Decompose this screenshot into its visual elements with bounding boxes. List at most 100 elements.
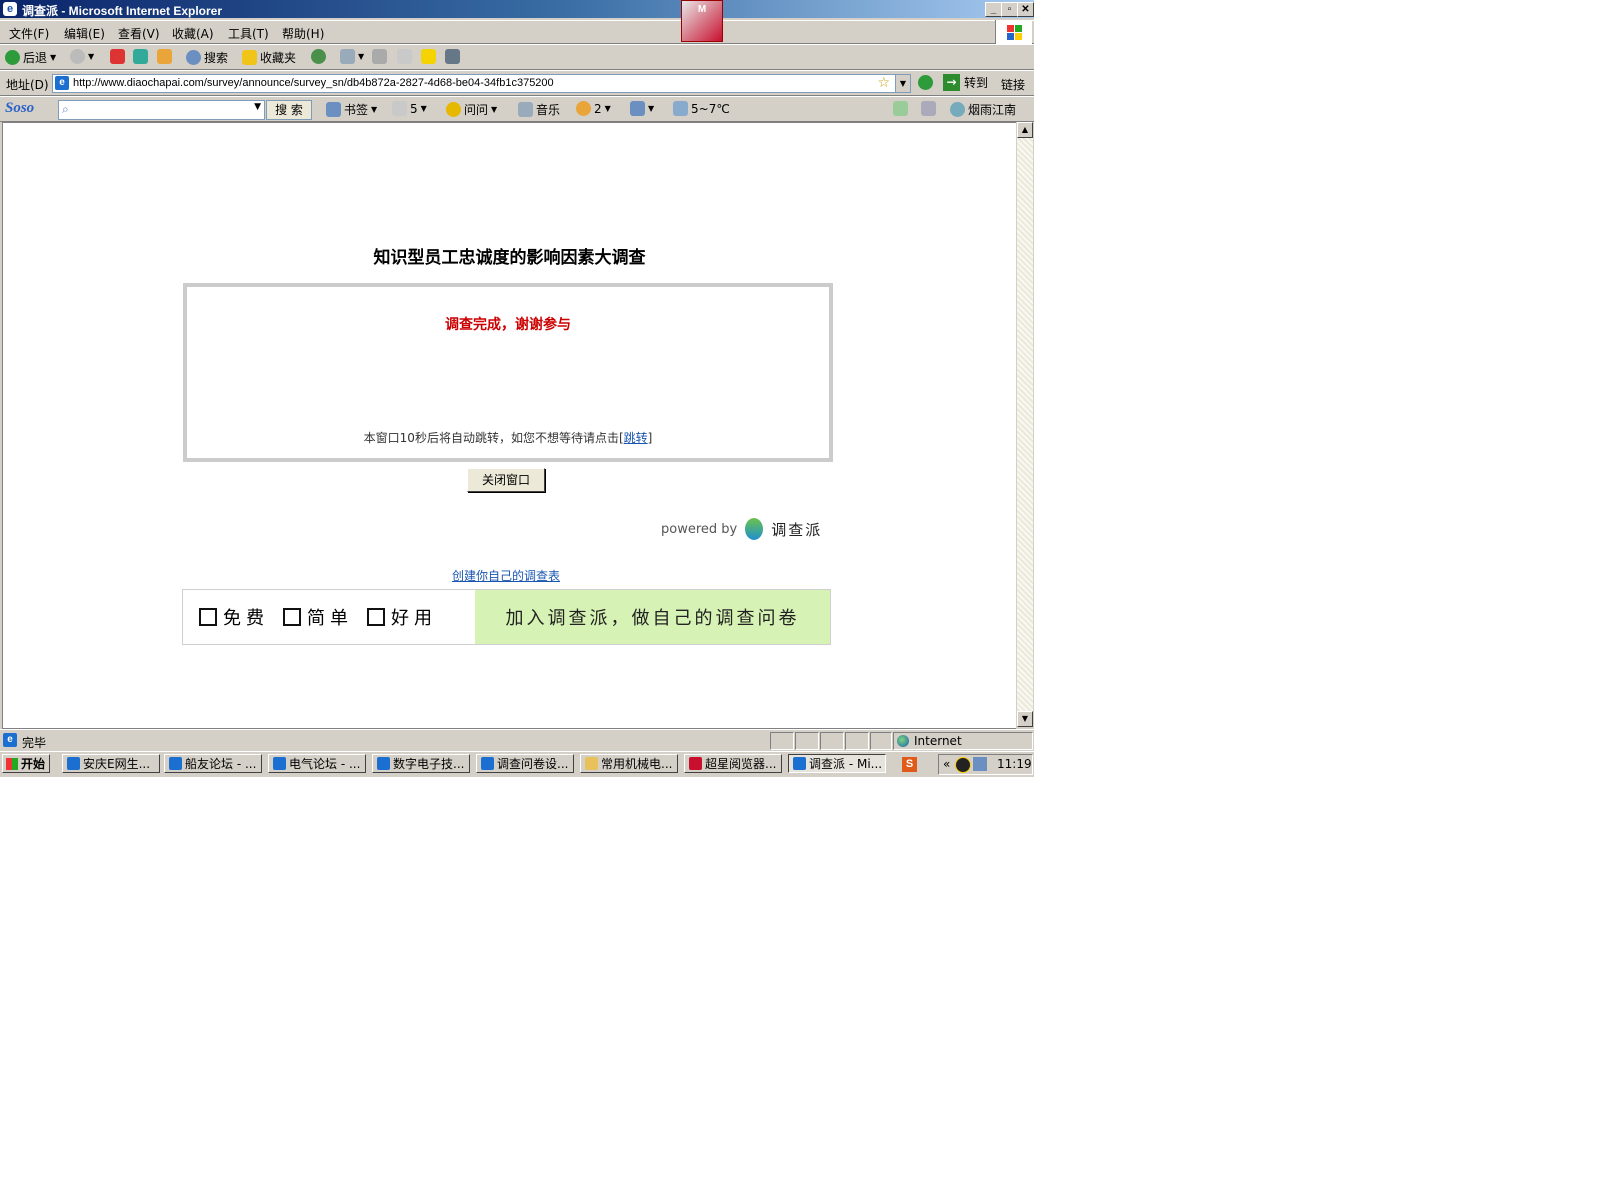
taskbar-item[interactable]: 电气论坛 - ... (268, 754, 366, 773)
taskbar-item[interactable]: 安庆E网生... (62, 754, 160, 773)
go-button[interactable]: → 转到 (943, 74, 988, 91)
bookmarks-button[interactable]: 书签 ▼ (326, 101, 377, 118)
favorites-star-icon (242, 50, 257, 65)
status-text: 完毕 (22, 736, 47, 750)
mail-button[interactable]: ▼ (340, 49, 364, 64)
menu-view[interactable]: 查看(V) (118, 25, 160, 42)
page-viewport: 知识型员工忠诚度的影响因素大调查 调查完成，谢谢参与 本窗口10秒后将自动跳转，… (2, 122, 1016, 729)
restore-button[interactable]: ▫ (1001, 2, 1018, 17)
menu-favorites[interactable]: 收藏(A) (172, 25, 214, 42)
refresh-button[interactable] (133, 49, 148, 64)
banner-item-useful: 好用 (391, 608, 437, 629)
vertical-scrollbar[interactable]: ▲ ▼ (1016, 122, 1033, 727)
start-button[interactable]: 开始 (2, 754, 50, 773)
security-zone[interactable]: Internet (893, 732, 1033, 750)
address-url[interactable]: http://www.diaochapai.com/survey/announc… (73, 77, 554, 89)
menu-tools[interactable]: 工具(T) (228, 25, 269, 42)
status-panel (820, 732, 844, 750)
ie-icon (67, 757, 80, 770)
checkbox-icon (283, 608, 301, 626)
user-name: 烟雨江南 (968, 103, 1017, 117)
mail-count-button[interactable]: 5 ▼ (392, 101, 427, 116)
completion-box: 调查完成，谢谢参与 本窗口10秒后将自动跳转，如您不想等待请点击[跳转] (183, 283, 833, 462)
status-panel (870, 732, 892, 750)
brand-name: 调查派 (771, 520, 823, 539)
favorite-star-icon[interactable]: ☆ (877, 75, 890, 91)
banner-cta[interactable]: 加入调查派，做自己的调查问卷 (475, 590, 830, 644)
address-input[interactable]: e http://www.diaochapai.com/survey/annou… (52, 74, 911, 93)
notification-button[interactable]: 2 ▼ (576, 101, 611, 116)
soso-dropdown-icon[interactable]: ▼ (254, 102, 261, 112)
home-button[interactable] (157, 49, 172, 64)
soso-search-button[interactable]: 搜 索 (266, 100, 312, 120)
bookmark-icon (326, 102, 341, 117)
standard-toolbar: 后退 ▼ ▼ 搜索 收藏夹 ▼ (0, 44, 1034, 70)
powered-by[interactable]: powered by 调查派 (661, 518, 822, 540)
notes-button[interactable] (421, 49, 436, 64)
security-shield-icon[interactable] (918, 75, 933, 90)
soso-search-input[interactable]: ⌕ ▼ (58, 100, 265, 120)
music-note-icon (518, 102, 533, 117)
soso-search-icon: ⌕ (62, 102, 69, 116)
title-bar: e 调查派 - Microsoft Internet Explorer M _ … (0, 0, 1034, 42)
menu-file[interactable]: 文件(F) (9, 25, 49, 42)
page-icon: e (55, 76, 69, 90)
join-banner[interactable]: 免费 简单 好用 加入调查派，做自己的调查问卷 (182, 589, 831, 645)
sogou-ime-icon[interactable]: S (902, 757, 917, 772)
music-button[interactable]: 音乐 (518, 101, 560, 118)
zone-label: Internet (914, 734, 962, 748)
ie-icon (481, 757, 494, 770)
taskbar-item-active[interactable]: 调查派 - Mi... (788, 754, 886, 773)
ask-button[interactable]: 问问 ▼ (446, 101, 497, 118)
qq-icon[interactable] (955, 757, 971, 773)
messenger-button[interactable] (445, 49, 460, 64)
media-button[interactable] (311, 49, 326, 64)
survey-title: 知识型员工忠诚度的影响因素大调查 (373, 248, 646, 268)
refresh-icon (133, 49, 148, 64)
favorites-button[interactable]: 收藏夹 (242, 49, 296, 66)
address-dropdown-icon[interactable]: ▼ (895, 75, 910, 92)
minimize-button[interactable]: _ (985, 2, 1002, 17)
back-dropdown-icon[interactable]: ▼ (50, 53, 56, 62)
forward-dropdown-icon[interactable]: ▼ (88, 52, 94, 61)
scroll-down-icon[interactable]: ▼ (1017, 711, 1033, 727)
music-label: 音乐 (536, 103, 561, 117)
settings-button[interactable] (921, 101, 936, 116)
taskbar-item[interactable]: 调查问卷设... (476, 754, 574, 773)
tray-expand-icon[interactable]: « (943, 757, 950, 771)
add-button[interactable] (893, 101, 908, 116)
search-button[interactable]: 搜索 (186, 49, 228, 66)
status-bar: e 完毕 Internet (0, 729, 1034, 751)
edit-page-button[interactable] (397, 49, 412, 64)
window-title: 调查派 - Microsoft Internet Explorer (22, 4, 223, 18)
start-label: 开始 (21, 757, 46, 771)
taskbar-item[interactable]: 船友论坛 - ... (164, 754, 262, 773)
taskbar-item[interactable]: 超星阅览器... (684, 754, 782, 773)
back-button[interactable]: 后退 ▼ (5, 49, 56, 66)
menu-help[interactable]: 帮助(H) (282, 25, 324, 42)
status-panel (845, 732, 869, 750)
redirect-link[interactable]: 跳转 (624, 431, 648, 445)
forward-button[interactable]: ▼ (70, 49, 94, 64)
weather-button[interactable]: 5~7℃ (673, 101, 730, 116)
user-button[interactable]: 烟雨江南 (950, 101, 1016, 118)
network-icon[interactable] (973, 757, 987, 771)
cart-button[interactable]: ▼ (630, 101, 654, 116)
soso-logo: Soso (5, 100, 35, 116)
bell-icon (576, 101, 591, 116)
create-survey-link[interactable]: 创建你自己的调查表 (3, 567, 1009, 584)
taskbar-item[interactable]: 数字电子技... (372, 754, 470, 773)
home-icon (157, 49, 172, 64)
close-window-button[interactable]: ✕ (1017, 2, 1034, 17)
menu-edit[interactable]: 编辑(E) (64, 25, 105, 42)
address-label: 地址(D) (6, 78, 49, 92)
links-button[interactable]: 链接 (1001, 76, 1025, 93)
stop-icon (110, 49, 125, 64)
taskbar-item[interactable]: 常用机械电... (580, 754, 678, 773)
scroll-up-icon[interactable]: ▲ (1017, 122, 1033, 138)
print-button[interactable] (372, 49, 387, 64)
stop-button[interactable] (110, 49, 125, 64)
bookmarks-label: 书签 (344, 103, 369, 117)
ie-window: e 调查派 - Microsoft Internet Explorer M _ … (0, 0, 1034, 777)
close-window-page-button[interactable]: 关闭窗口 (467, 468, 545, 492)
